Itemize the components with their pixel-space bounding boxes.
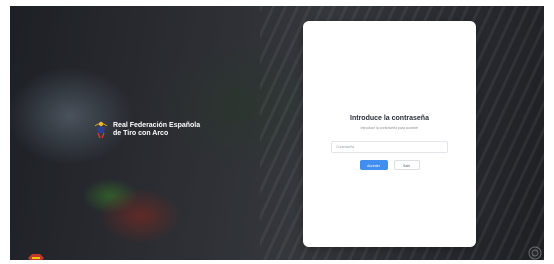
login-card: Introduce la contraseña Introduce la con… [303, 21, 476, 247]
exit-button[interactable]: Salir [393, 160, 420, 170]
password-input[interactable] [331, 141, 448, 153]
archer-logo-icon [94, 121, 108, 139]
login-page: Real Federación Española de Tiro con Arc… [0, 0, 554, 264]
submit-button[interactable]: Acceder [359, 160, 388, 170]
button-row: Acceder Salir [303, 160, 476, 170]
circle-badge-icon [528, 246, 542, 260]
ribbon-icon [28, 254, 44, 260]
organization-name: Real Federación Española de Tiro con Arc… [113, 122, 201, 137]
organization-branding: Real Federación Española de Tiro con Arc… [94, 121, 205, 139]
card-title: Introduce la contraseña [350, 115, 429, 122]
card-subtitle: Introduce la contraseña para acceder [360, 126, 419, 130]
